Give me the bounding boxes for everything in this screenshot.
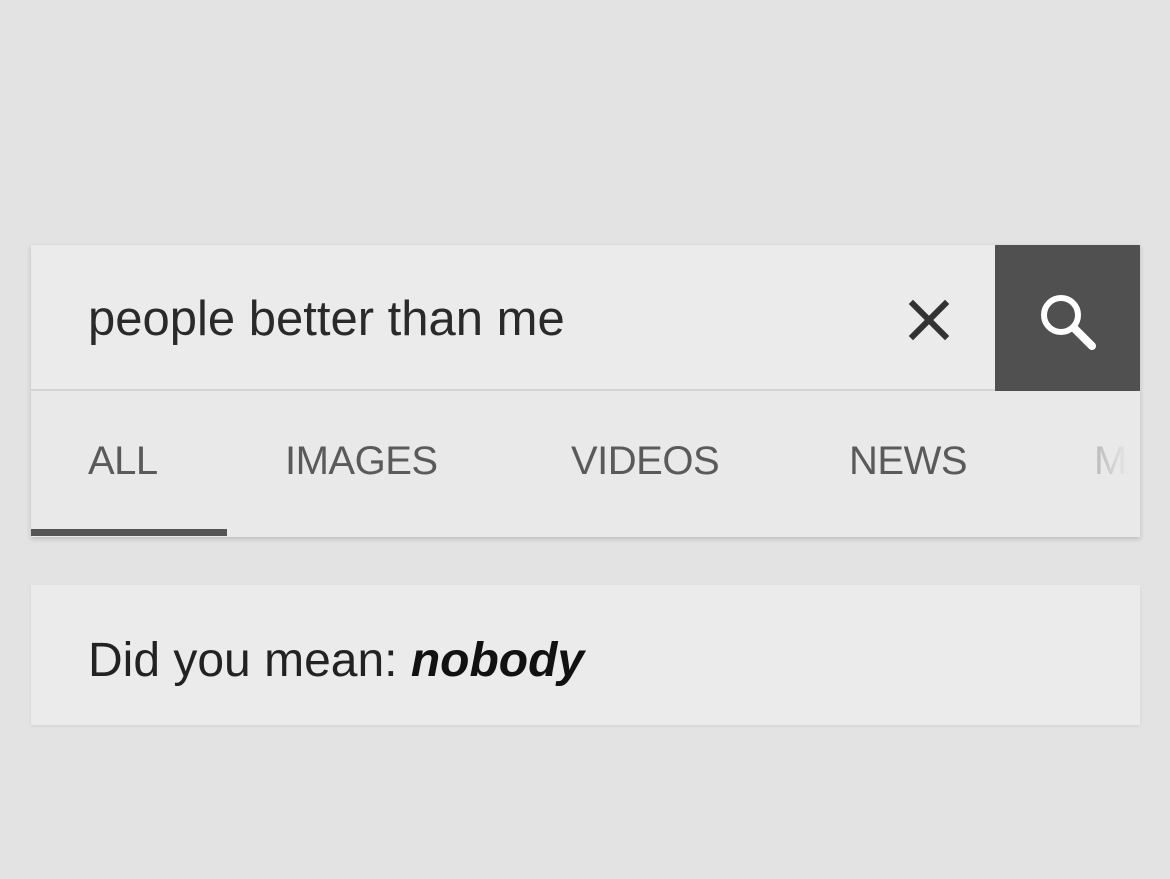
close-icon — [908, 299, 950, 341]
active-tab-indicator — [31, 529, 227, 536]
tab-videos[interactable]: VIDEOS — [571, 441, 720, 481]
tab-news[interactable]: NEWS — [849, 441, 968, 481]
suggestion-link[interactable]: nobody — [411, 634, 584, 687]
search-button[interactable] — [995, 245, 1140, 391]
suggestion-card: Did you mean: nobody — [31, 585, 1140, 725]
tab-all[interactable]: ALL — [88, 441, 158, 481]
tab-images[interactable]: IMAGES — [285, 441, 438, 481]
search-bar: people better than me — [31, 245, 1140, 391]
tabs-fade-overlay — [1071, 391, 1140, 537]
clear-button[interactable] — [901, 292, 957, 348]
search-tabs: ALL IMAGES VIDEOS NEWS M — [31, 391, 1140, 537]
search-icon — [1041, 295, 1096, 350]
suggestion-prefix: Did you mean: — [88, 634, 411, 687]
search-card: people better than me ALL IMAGES VIDEOS … — [31, 245, 1140, 537]
spelling-suggestion: Did you mean: nobody — [88, 631, 584, 691]
search-input[interactable]: people better than me — [88, 283, 888, 355]
